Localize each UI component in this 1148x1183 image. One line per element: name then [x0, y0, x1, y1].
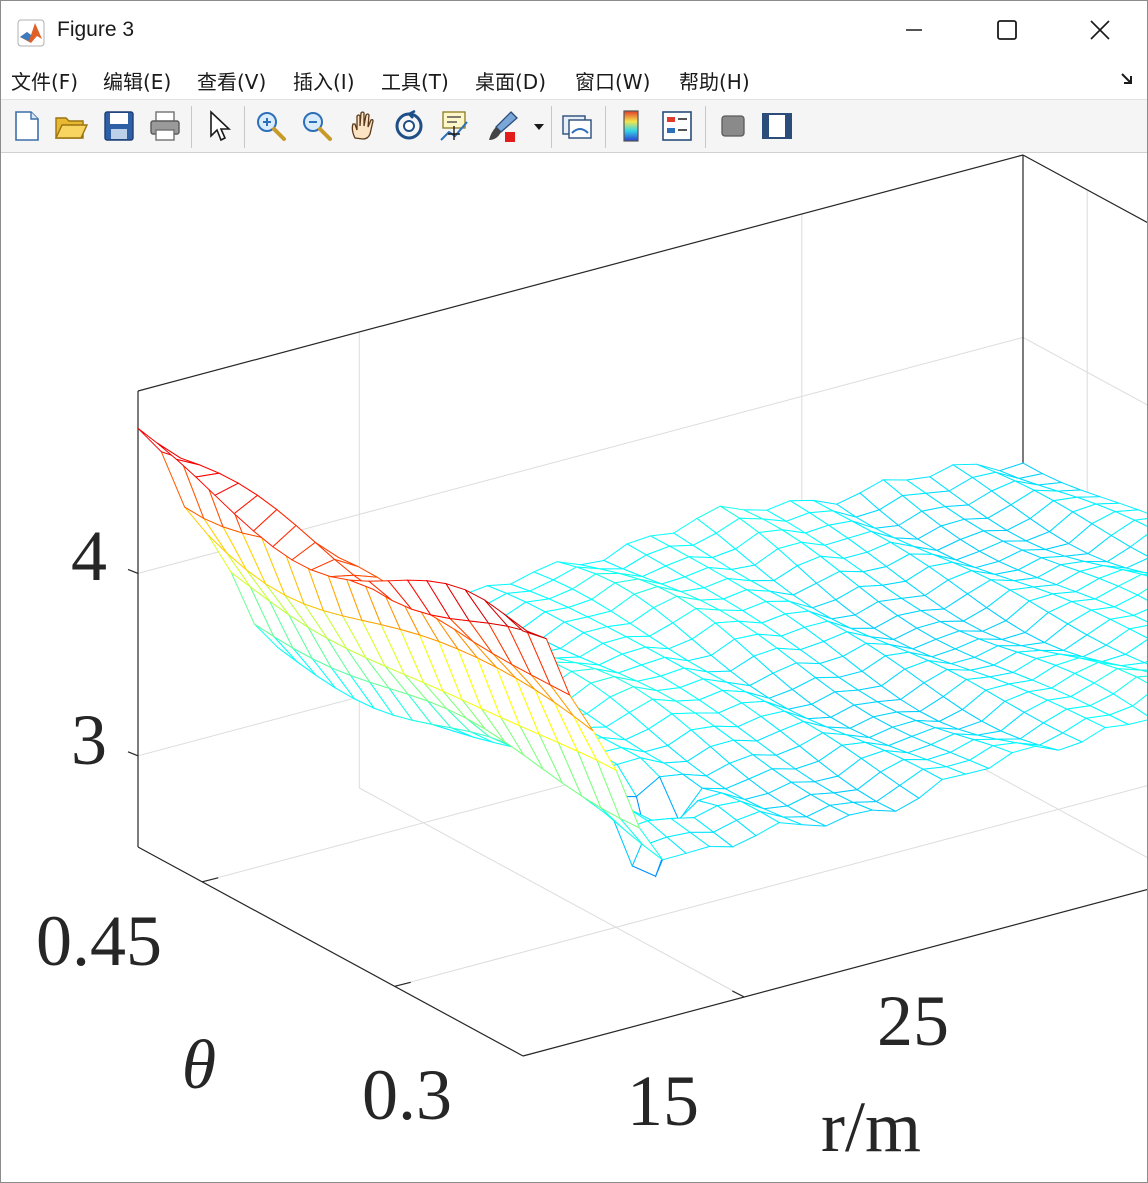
toolbar-separator [191, 106, 192, 148]
open-file-icon[interactable] [53, 108, 89, 144]
axis-edge [1022, 154, 1147, 223]
axis-edge [137, 154, 1024, 392]
hide-plot-tools-icon[interactable] [715, 108, 751, 144]
menu-desktop[interactable]: 桌面(D) [475, 66, 546, 95]
menu-window[interactable]: 窗口(W) [575, 66, 650, 95]
brush-icon[interactable] [485, 108, 521, 144]
plot-area[interactable]: r/m θ 4 3 0.45 0.3 15 25 [1, 153, 1147, 1182]
print-icon[interactable] [147, 108, 183, 144]
axis-edge [137, 846, 524, 1057]
zoom-in-icon[interactable] [253, 108, 289, 144]
figure-toolbar [1, 100, 1147, 153]
show-plot-tools-icon[interactable] [759, 108, 795, 144]
figure-window: Figure 3 文件(F) 编辑(E) 查看(V) 插入(I) 工具(T) 桌… [0, 0, 1148, 1183]
y-tick-mark [394, 981, 411, 987]
matlab-logo-icon [17, 19, 45, 47]
maximize-button[interactable] [984, 7, 1030, 53]
axis-edge [522, 888, 1147, 1057]
save-icon[interactable] [101, 108, 137, 144]
colorbar-icon[interactable] [613, 108, 649, 144]
menu-help[interactable]: 帮助(H) [679, 66, 750, 95]
menu-edit[interactable]: 编辑(E) [103, 66, 171, 95]
toolbar-separator [605, 106, 606, 148]
maximize-icon [997, 20, 1017, 40]
legend-icon[interactable] [659, 108, 695, 144]
rotate-3d-icon[interactable] [391, 108, 427, 144]
close-button[interactable] [1077, 7, 1123, 53]
menu-file[interactable]: 文件(F) [11, 66, 78, 95]
surface-mesh [137, 427, 1147, 878]
y-axis-label: θ [182, 1027, 216, 1104]
minimize-button[interactable] [891, 7, 937, 53]
y-tick-mark [202, 877, 219, 883]
y-tick-label: 0.3 [362, 1055, 452, 1135]
x-tick-mark [732, 990, 745, 998]
minimize-icon [906, 29, 922, 31]
pointer-icon[interactable] [201, 108, 237, 144]
menu-bar: 文件(F) 编辑(E) 查看(V) 插入(I) 工具(T) 桌面(D) 窗口(W… [1, 61, 1147, 100]
y-tick-label: 0.45 [36, 901, 162, 981]
zoom-out-icon[interactable] [299, 108, 335, 144]
toolbar-separator [244, 106, 245, 148]
data-cursor-icon[interactable] [437, 108, 473, 144]
menu-insert[interactable]: 插入(I) [293, 66, 355, 95]
pan-hand-icon[interactable] [345, 108, 381, 144]
toolbar-separator [705, 106, 706, 148]
new-figure-icon[interactable] [9, 108, 45, 144]
dock-arrow-icon[interactable] [1119, 71, 1135, 87]
toolbar-separator [551, 106, 552, 148]
x-tick-label: 15 [627, 1061, 699, 1141]
brush-dropdown-icon[interactable] [533, 122, 545, 132]
z-tick-label: 3 [71, 700, 107, 780]
x-axis-label: r/m [821, 1087, 921, 1167]
close-icon [1090, 20, 1110, 40]
title-bar[interactable]: Figure 3 [1, 1, 1147, 61]
z-tick-label: 4 [71, 516, 107, 596]
link-plot-icon[interactable] [559, 108, 595, 144]
z-tick-mark [127, 568, 139, 574]
x-tick-label: 25 [877, 981, 949, 1061]
menu-view[interactable]: 查看(V) [197, 66, 266, 95]
menu-tools[interactable]: 工具(T) [381, 66, 449, 95]
z-tick-mark [127, 751, 139, 757]
window-title: Figure 3 [57, 18, 135, 41]
surface-chart[interactable]: r/m θ 4 3 0.45 0.3 15 25 [1, 153, 1147, 1182]
